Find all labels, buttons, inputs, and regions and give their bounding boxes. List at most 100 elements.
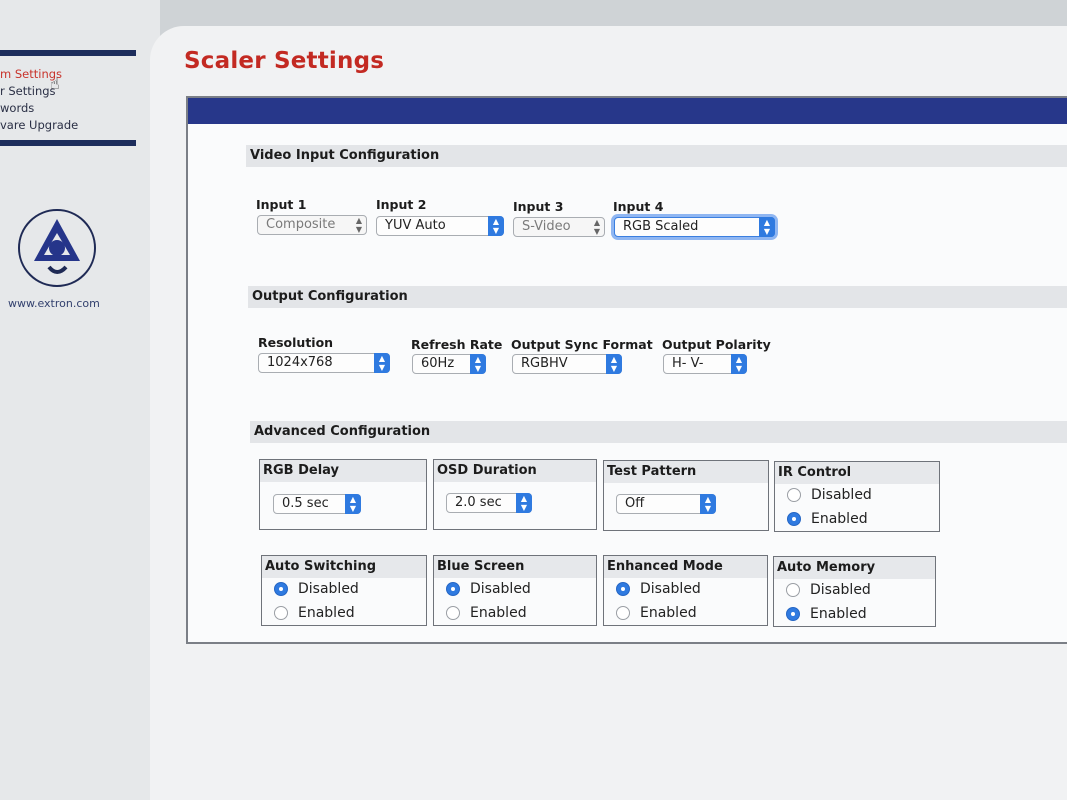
nav-item-passwords[interactable]: words: [0, 100, 140, 117]
page-title: Scaler Settings: [184, 48, 385, 74]
hand-cursor-icon: ☝: [50, 74, 60, 93]
enhanced-mode-enabled-option[interactable]: Enabled: [604, 602, 767, 626]
video-input-section-title: Video Input Configuration: [246, 145, 1067, 167]
auto-switching-disabled-label: Disabled: [298, 581, 359, 597]
nav-menu: m Settings r Settings words vare Upgrade: [0, 66, 140, 134]
test-pattern-select[interactable]: Off ▲ ▼: [616, 494, 716, 514]
ir-control-title: IR Control: [775, 462, 939, 484]
rgb-delay-title: RGB Delay: [260, 460, 426, 482]
auto-memory-box: Auto Memory Disabled Enabled: [773, 556, 936, 627]
nav-item-firmware-upgrade[interactable]: vare Upgrade: [0, 117, 140, 134]
auto-memory-disabled-label: Disabled: [810, 582, 871, 598]
radio-button-selected-icon[interactable]: [446, 582, 460, 596]
input-2-select[interactable]: YUV Auto ▲ ▼: [376, 216, 504, 236]
rgb-delay-value: 0.5 sec: [282, 496, 329, 511]
input-3-value: S-Video: [522, 219, 571, 234]
extron-website-link[interactable]: www.extron.com: [8, 297, 100, 310]
polarity-value: H- V-: [672, 356, 704, 371]
rgb-delay-select[interactable]: 0.5 sec ▲ ▼: [273, 494, 361, 514]
radio-button-icon[interactable]: [616, 606, 630, 620]
osd-duration-title: OSD Duration: [434, 460, 596, 482]
nav-item-user-settings[interactable]: r Settings: [0, 83, 140, 100]
radio-button-selected-icon[interactable]: [616, 582, 630, 596]
input-2-value: YUV Auto: [385, 218, 446, 233]
advanced-section-title: Advanced Configuration: [250, 421, 1067, 443]
auto-memory-title: Auto Memory: [774, 557, 935, 579]
radio-button-selected-icon[interactable]: [787, 512, 801, 526]
input-1-select[interactable]: Composite ▲ ▼: [257, 215, 367, 235]
resolution-label: Resolution: [258, 335, 334, 350]
sync-format-select[interactable]: RGBHV ▲ ▼: [512, 354, 622, 374]
select-arrows-icon: ▲ ▼: [374, 353, 390, 373]
auto-memory-enabled-label: Enabled: [810, 606, 867, 622]
radio-button-icon[interactable]: [274, 606, 288, 620]
resolution-value: 1024x768: [267, 355, 333, 370]
input-3-select[interactable]: S-Video ▲ ▼: [513, 217, 605, 237]
select-arrows-icon: ▲ ▼: [345, 494, 361, 514]
input-2-label: Input 2: [376, 197, 427, 212]
nav-top-divider: [0, 50, 136, 56]
polarity-select[interactable]: H- V- ▲ ▼: [663, 354, 747, 374]
radio-button-icon[interactable]: [446, 606, 460, 620]
auto-switching-disabled-option[interactable]: Disabled: [262, 578, 426, 602]
select-arrows-icon: ▲ ▼: [700, 494, 716, 514]
ir-control-box: IR Control Disabled Enabled: [774, 461, 940, 532]
select-arrows-icon: ▲ ▼: [606, 354, 622, 374]
input-3-label: Input 3: [513, 199, 564, 214]
input-4-label: Input 4: [613, 199, 664, 214]
select-arrows-icon: ▲ ▼: [759, 217, 775, 237]
extron-logo-icon: [18, 209, 96, 287]
select-arrows-icon: ▲ ▼: [488, 216, 504, 236]
left-nav-frame: m Settings r Settings words vare Upgrade…: [0, 0, 160, 800]
input-4-select[interactable]: RGB Scaled ▲ ▼: [614, 217, 775, 237]
blue-screen-enabled-option[interactable]: Enabled: [434, 602, 596, 626]
blue-screen-disabled-label: Disabled: [470, 581, 531, 597]
ir-control-enabled-label: Enabled: [811, 511, 868, 527]
blue-screen-enabled-label: Enabled: [470, 605, 527, 621]
ir-control-enabled-option[interactable]: Enabled: [775, 508, 939, 532]
osd-duration-select[interactable]: 2.0 sec ▲ ▼: [446, 493, 532, 513]
polarity-label: Output Polarity: [662, 337, 771, 352]
auto-switching-box: Auto Switching Disabled Enabled: [261, 555, 427, 626]
resolution-select[interactable]: 1024x768 ▲ ▼: [258, 353, 390, 373]
input-1-value: Composite: [266, 217, 336, 232]
select-arrows-icon: ▲ ▼: [731, 354, 747, 374]
sync-format-value: RGBHV: [521, 356, 568, 371]
input-1-label: Input 1: [256, 197, 307, 212]
refresh-rate-label: Refresh Rate: [411, 337, 503, 352]
output-section-title: Output Configuration: [248, 286, 1067, 308]
nav-bottom-divider: [0, 140, 136, 146]
select-arrows-icon: ▲ ▼: [516, 493, 532, 513]
enhanced-mode-title: Enhanced Mode: [604, 556, 767, 578]
blue-screen-disabled-option[interactable]: Disabled: [434, 578, 596, 602]
radio-button-icon[interactable]: [786, 583, 800, 597]
refresh-rate-select[interactable]: 60Hz ▲ ▼: [412, 354, 486, 374]
enhanced-mode-box: Enhanced Mode Disabled Enabled: [603, 555, 768, 626]
blue-screen-box: Blue Screen Disabled Enabled: [433, 555, 597, 626]
sync-format-label: Output Sync Format: [511, 337, 653, 352]
auto-switching-title: Auto Switching: [262, 556, 426, 578]
select-arrows-icon: ▲ ▼: [593, 218, 601, 236]
enhanced-mode-disabled-option[interactable]: Disabled: [604, 578, 767, 602]
test-pattern-value: Off: [625, 496, 645, 511]
auto-switching-enabled-option[interactable]: Enabled: [262, 602, 426, 626]
panel-header-bar: [188, 98, 1067, 124]
input-4-value: RGB Scaled: [623, 219, 699, 234]
select-arrows-icon: ▲ ▼: [470, 354, 486, 374]
test-pattern-title: Test Pattern: [604, 461, 768, 483]
ir-control-disabled-label: Disabled: [811, 487, 872, 503]
blue-screen-title: Blue Screen: [434, 556, 596, 578]
auto-memory-enabled-option[interactable]: Enabled: [774, 603, 935, 627]
enhanced-mode-disabled-label: Disabled: [640, 581, 701, 597]
refresh-rate-value: 60Hz: [421, 356, 455, 371]
auto-memory-disabled-option[interactable]: Disabled: [774, 579, 935, 603]
ir-control-disabled-option[interactable]: Disabled: [775, 484, 939, 508]
nav-item-system-settings[interactable]: m Settings: [0, 66, 140, 83]
radio-button-selected-icon[interactable]: [274, 582, 288, 596]
radio-button-icon[interactable]: [787, 488, 801, 502]
osd-duration-value: 2.0 sec: [455, 495, 502, 510]
radio-button-selected-icon[interactable]: [786, 607, 800, 621]
auto-switching-enabled-label: Enabled: [298, 605, 355, 621]
enhanced-mode-enabled-label: Enabled: [640, 605, 697, 621]
select-arrows-icon: ▲ ▼: [355, 216, 363, 234]
